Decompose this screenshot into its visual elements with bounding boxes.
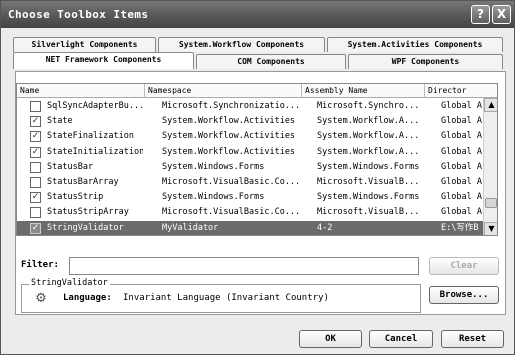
cell-directory: Global A <box>441 146 482 157</box>
cell-name: StatusStrip <box>47 192 104 203</box>
cell-name: StateInitialization <box>47 146 143 157</box>
title-bar[interactable]: Choose Toolbox Items ? X <box>1 1 514 28</box>
checkbox-checked[interactable]: ✓ <box>30 131 41 143</box>
cell-assembly-name: System.Windows.Forms <box>317 161 420 172</box>
cell-namespace: Microsoft.VisualBasic.Co... <box>162 207 301 218</box>
language-value: Invariant Language (Invariant Country) <box>123 293 329 303</box>
gear-icon: ⚙ <box>35 291 47 306</box>
scroll-thumb[interactable] <box>485 198 497 208</box>
cell-assembly-name: System.Workflow.A... <box>317 116 420 127</box>
cell-name: StatusBarArray <box>47 177 119 187</box>
tab-silverlight-components[interactable]: Silverlight Components <box>13 37 156 52</box>
cell-name: StringValidator <box>47 222 124 233</box>
cell-name: StatusBar <box>47 161 94 172</box>
help-button[interactable]: ? <box>471 5 490 24</box>
cell-namespace: Microsoft.Synchronizatio... <box>162 101 301 111</box>
cell-namespace: Microsoft.VisualBasic.Co... <box>162 177 301 187</box>
cell-name: StateFinalization <box>47 131 134 142</box>
cell-namespace: System.Workflow.Activities <box>162 131 296 142</box>
details-group-title: StringValidator <box>29 278 110 288</box>
cell-name: SqlSyncAdapterBu... <box>47 101 143 111</box>
table-row[interactable]: ✓ StringValidator MyValidator 4-2 E:\写作B <box>17 220 483 235</box>
checkbox-checked[interactable]: ✓ <box>30 222 41 234</box>
check-mark-icon: ✓ <box>31 146 40 157</box>
cell-directory: Global A <box>441 207 482 218</box>
cell-namespace: System.Workflow.Activities <box>162 116 296 127</box>
check-mark-icon: ✓ <box>31 131 40 142</box>
cell-assembly-name: System.Workflow.A... <box>317 146 420 157</box>
choose-toolbox-items-dialog: Choose Toolbox Items ? X Silverlight Com… <box>0 0 515 355</box>
checkbox-unchecked[interactable] <box>30 161 41 173</box>
cell-namespace: System.Windows.Forms <box>162 161 265 172</box>
table-row[interactable]: StatusBarArray Microsoft.VisualBasic.Co..… <box>17 175 483 190</box>
reset-button[interactable]: Reset <box>441 330 504 348</box>
table-row[interactable]: ✓ StateInitialization System.Workflow.Acti… <box>17 145 483 160</box>
tab-net-framework-components[interactable]: NET Framework Components <box>13 52 194 69</box>
cell-assembly-name: 4-2 <box>317 222 333 233</box>
cell-directory: Global A <box>441 192 482 203</box>
filter-label: Filter: <box>21 260 59 270</box>
cell-assembly-name: System.Windows.Forms <box>317 192 420 203</box>
cell-directory: Global A <box>441 101 482 111</box>
window-title: Choose Toolbox Items <box>8 8 149 21</box>
tab-strip: Silverlight Components System.Workflow C… <box>13 37 505 71</box>
cell-namespace: System.Windows.Forms <box>162 192 265 203</box>
cell-assembly-name: Microsoft.VisualB... <box>317 207 420 218</box>
table-row[interactable]: ✓ State System.Workflow.Activities System.W… <box>17 114 483 129</box>
cell-assembly-name: Microsoft.VisualB... <box>317 177 420 187</box>
table-row[interactable]: StatusBar System.Windows.Forms System.Wind… <box>17 160 483 175</box>
tab-com-components[interactable]: COM Components <box>196 54 346 69</box>
filter-input[interactable] <box>69 257 419 275</box>
scroll-down-arrow-icon[interactable]: ▼ <box>484 222 497 235</box>
check-mark-icon: ✓ <box>31 116 40 127</box>
column-header-assembly-name[interactable]: Assembly Name <box>302 84 425 98</box>
table-row[interactable]: ✓ StatusStrip System.Windows.Forms System.W… <box>17 190 483 205</box>
cell-assembly-name: System.Workflow.A... <box>317 131 420 142</box>
cell-namespace: System.Workflow.Activities <box>162 146 296 157</box>
vertical-scrollbar[interactable]: ▲ ▼ <box>483 98 497 235</box>
cell-directory: E:\写作B <box>441 222 479 233</box>
checkbox-checked[interactable]: ✓ <box>30 116 41 128</box>
cell-name: StatusStripArray <box>47 207 129 218</box>
tab-system-activities-components[interactable]: System.Activities Components <box>327 37 503 52</box>
scroll-up-arrow-icon[interactable]: ▲ <box>484 98 497 112</box>
cell-directory: Global A <box>441 161 482 172</box>
components-list[interactable]: Name Namespace Assembly Name Director Sq… <box>16 83 498 236</box>
clear-button[interactable]: Clear <box>429 257 499 275</box>
checkbox-unchecked[interactable] <box>30 177 41 188</box>
table-row[interactable]: StatusStripArray Microsoft.VisualBasic.Co… <box>17 205 483 220</box>
cell-directory: Global A <box>441 177 482 187</box>
check-mark-icon: ✓ <box>31 192 40 203</box>
checkbox-checked[interactable]: ✓ <box>30 146 41 158</box>
browse-button[interactable]: Browse... <box>429 286 499 304</box>
column-header-namespace[interactable]: Namespace <box>145 84 302 98</box>
checkbox-checked[interactable]: ✓ <box>30 192 41 204</box>
cell-directory: Global A <box>441 116 482 127</box>
table-row[interactable]: SqlSyncAdapterBu... Microsoft.Synchroniza… <box>17 99 483 114</box>
checkbox-unchecked[interactable] <box>30 207 41 219</box>
column-header-directory[interactable]: Director <box>425 84 497 98</box>
ok-button[interactable]: OK <box>299 330 362 348</box>
language-label: Language: <box>63 293 112 303</box>
table-row[interactable]: ✓ StateFinalization System.Workflow.Activi… <box>17 129 483 144</box>
cell-assembly-name: Microsoft.Synchro... <box>317 101 420 111</box>
cancel-button[interactable]: Cancel <box>369 330 433 348</box>
tab-wpf-components[interactable]: WPF Components <box>348 54 503 69</box>
checkbox-unchecked[interactable] <box>30 101 41 112</box>
cell-name: State <box>47 116 73 127</box>
close-button[interactable]: X <box>492 5 511 24</box>
cell-namespace: MyValidator <box>162 222 219 233</box>
list-header: Name Namespace Assembly Name Director <box>17 84 497 98</box>
column-header-name[interactable]: Name <box>17 84 145 98</box>
cell-directory: Global A <box>441 131 482 142</box>
tab-system-workflow-components[interactable]: System.Workflow Components <box>158 37 325 52</box>
check-mark-icon: ✓ <box>31 222 40 233</box>
